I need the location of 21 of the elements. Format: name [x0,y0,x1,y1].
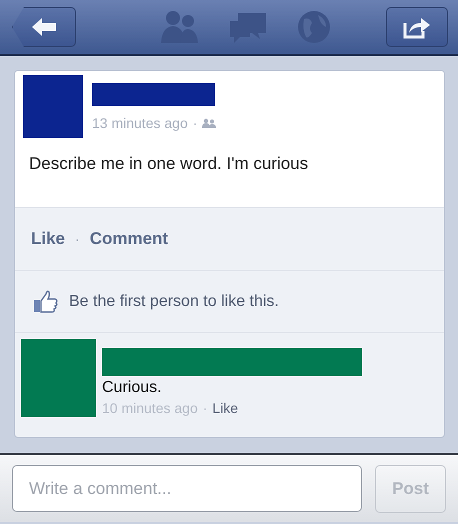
post-time: 13 minutes ago [92,115,188,131]
share-icon [403,15,431,39]
back-arrow-icon [31,17,57,37]
back-button[interactable] [12,7,76,47]
redacted-avatar [23,75,83,138]
action-link[interactable]: Comment [90,229,168,249]
separator-dot: · [192,115,198,131]
comment-input[interactable]: Write a comment... [12,465,362,512]
separator-dot: · [202,400,208,416]
separator-dot: · [75,231,80,247]
post-text: Describe me in one word. I'm curious [29,154,310,174]
globe-icon[interactable] [296,9,332,45]
thumbs-up-icon [33,290,59,314]
likes-text: Be the first person to like this. [69,292,279,310]
comment-time: 10 minutes ago [102,400,198,416]
friends-icon[interactable] [160,9,200,45]
comment-text: Curious. [102,379,163,397]
share-button[interactable] [386,7,448,47]
like-link[interactable]: Like [212,400,238,416]
friends-icon [202,118,216,128]
action-link[interactable]: Like [31,229,66,249]
